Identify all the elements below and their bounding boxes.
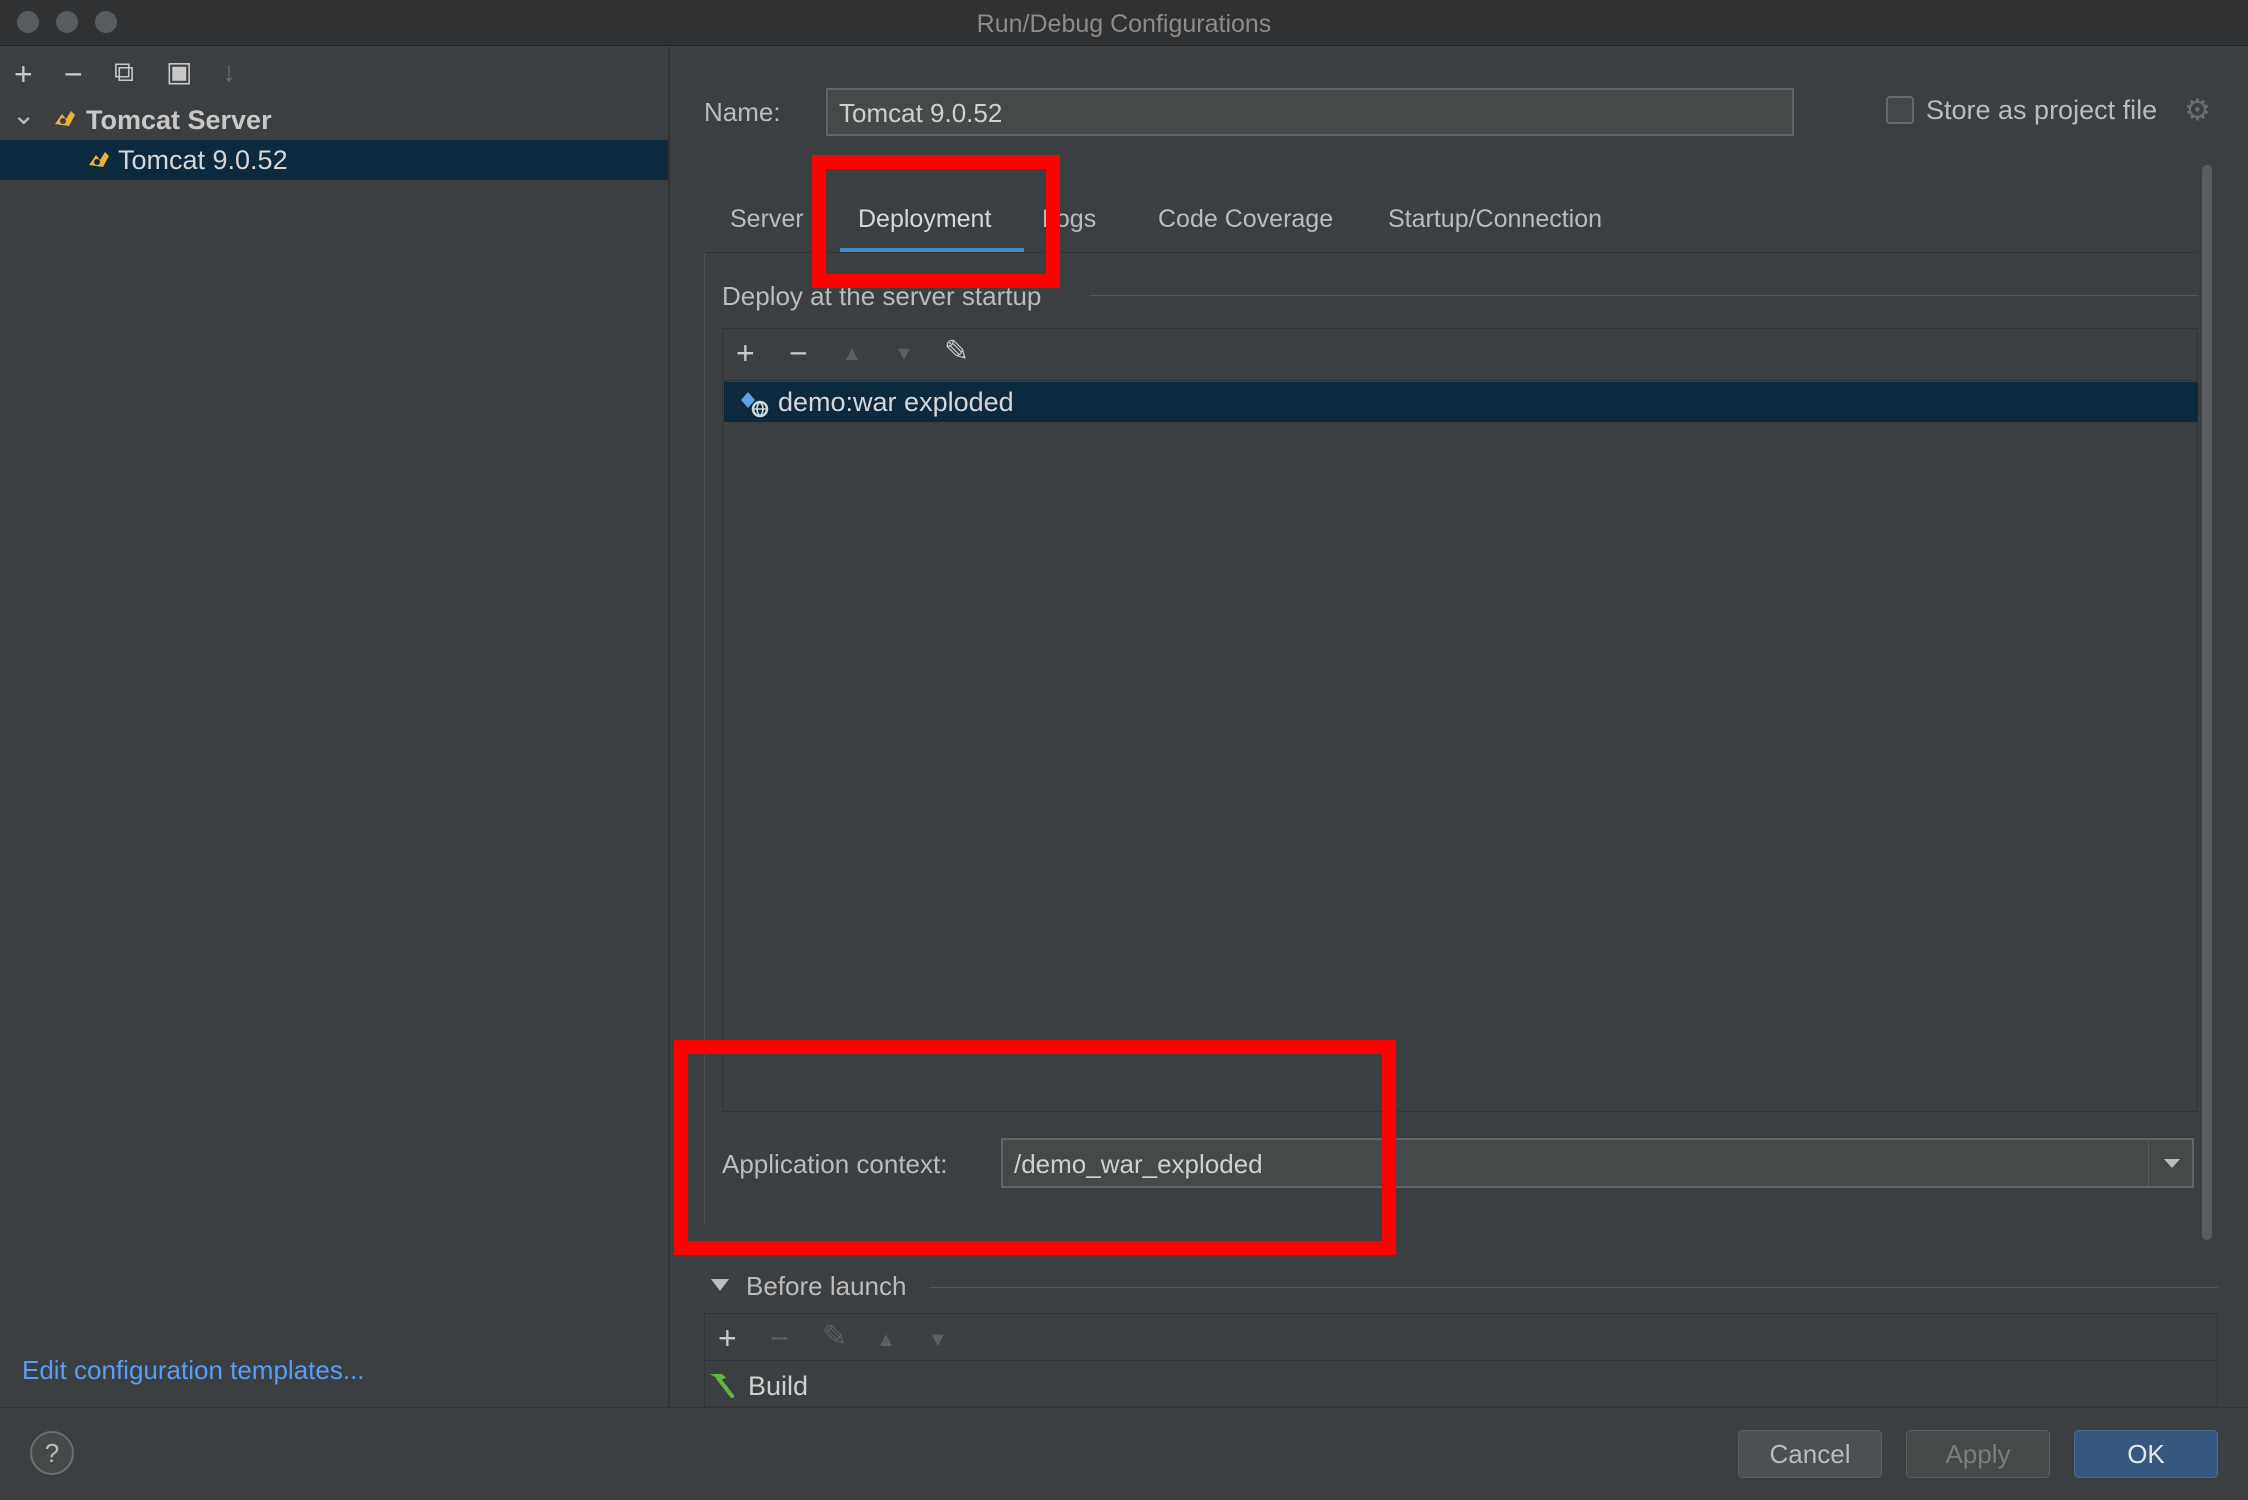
collapse-triangle-icon[interactable] <box>710 1278 730 1292</box>
name-input-value: Tomcat 9.0.52 <box>839 98 1003 128</box>
tomcat-icon <box>89 152 109 167</box>
store-as-project-file-checkbox[interactable] <box>1886 96 1914 124</box>
tomcat-icon <box>55 111 75 126</box>
tab-code-coverage[interactable]: Code Coverage <box>1158 207 1333 232</box>
new-folder-icon[interactable]: ▣ <box>166 58 192 86</box>
tree-group-tomcat-server[interactable]: Tomcat Server <box>86 107 272 134</box>
tab-logs[interactable]: Logs <box>1042 207 1096 232</box>
section-separator <box>1090 295 2198 296</box>
tree-expand-chevron-icon[interactable]: ⌄ <box>12 101 35 129</box>
application-context-value: /demo_war_exploded <box>1014 1149 1263 1179</box>
add-configuration-icon[interactable]: + <box>14 58 33 90</box>
before-launch-title[interactable]: Before launch <box>746 1273 906 1299</box>
tree-item-label: Tomcat 9.0.52 <box>118 145 288 175</box>
remove-configuration-icon[interactable]: − <box>64 58 83 90</box>
tab-deployment[interactable]: Deployment <box>858 207 991 232</box>
sort-configurations-icon[interactable]: ↓ <box>222 58 236 86</box>
configurations-sidebar <box>0 47 668 1407</box>
move-up-icon[interactable]: ▲ <box>842 344 862 364</box>
ok-button[interactable]: OK <box>2074 1430 2218 1478</box>
add-task-icon[interactable]: + <box>718 1322 737 1354</box>
move-up-icon[interactable]: ▲ <box>876 1330 896 1350</box>
copy-configuration-icon[interactable]: ⧉ <box>114 58 134 86</box>
vertical-scrollbar[interactable] <box>2202 165 2212 1240</box>
application-context-label: Application context: <box>722 1149 948 1179</box>
tab-server[interactable]: Server <box>730 207 804 232</box>
add-artifact-icon[interactable]: + <box>736 337 755 369</box>
remove-artifact-icon[interactable]: − <box>789 337 808 369</box>
move-down-icon[interactable]: ▼ <box>928 1330 948 1350</box>
edit-artifact-icon[interactable]: ✎ <box>944 337 969 367</box>
build-hammer-icon <box>710 1374 734 1398</box>
apply-button[interactable]: Apply <box>1906 1430 2050 1478</box>
move-down-icon[interactable]: ▼ <box>894 344 914 364</box>
edit-configuration-templates-link[interactable]: Edit configuration templates... <box>22 1357 365 1383</box>
gear-icon[interactable]: ⚙ <box>2184 96 2211 126</box>
sidebar-divider[interactable] <box>668 47 670 1407</box>
name-input[interactable]: Tomcat 9.0.52 <box>826 88 1794 136</box>
web-artifact-icon <box>741 392 769 418</box>
section-separator <box>930 1287 2218 1288</box>
remove-task-icon[interactable]: − <box>770 1322 789 1354</box>
edit-task-icon[interactable]: ✎ <box>822 1322 847 1352</box>
deploy-section-title: Deploy at the server startup <box>722 281 1042 311</box>
help-button[interactable]: ? <box>30 1431 74 1475</box>
tab-startup-connection[interactable]: Startup/Connection <box>1388 207 1602 232</box>
artifact-label: demo:war exploded <box>778 387 1014 417</box>
task-label[interactable]: Build <box>748 1373 808 1400</box>
deploy-artifacts-list[interactable] <box>722 328 2198 1112</box>
list-toolbar-separator <box>705 1360 2217 1361</box>
name-label: Name: <box>704 97 781 127</box>
store-as-project-file-label: Store as project file <box>1926 95 2158 125</box>
chevron-down-icon[interactable] <box>2148 1140 2192 1186</box>
window-title: Run/Debug Configurations <box>976 10 1272 38</box>
cancel-button[interactable]: Cancel <box>1738 1430 1882 1478</box>
application-context-combobox[interactable]: /demo_war_exploded <box>1001 1138 2194 1188</box>
list-toolbar-separator <box>723 380 2197 381</box>
